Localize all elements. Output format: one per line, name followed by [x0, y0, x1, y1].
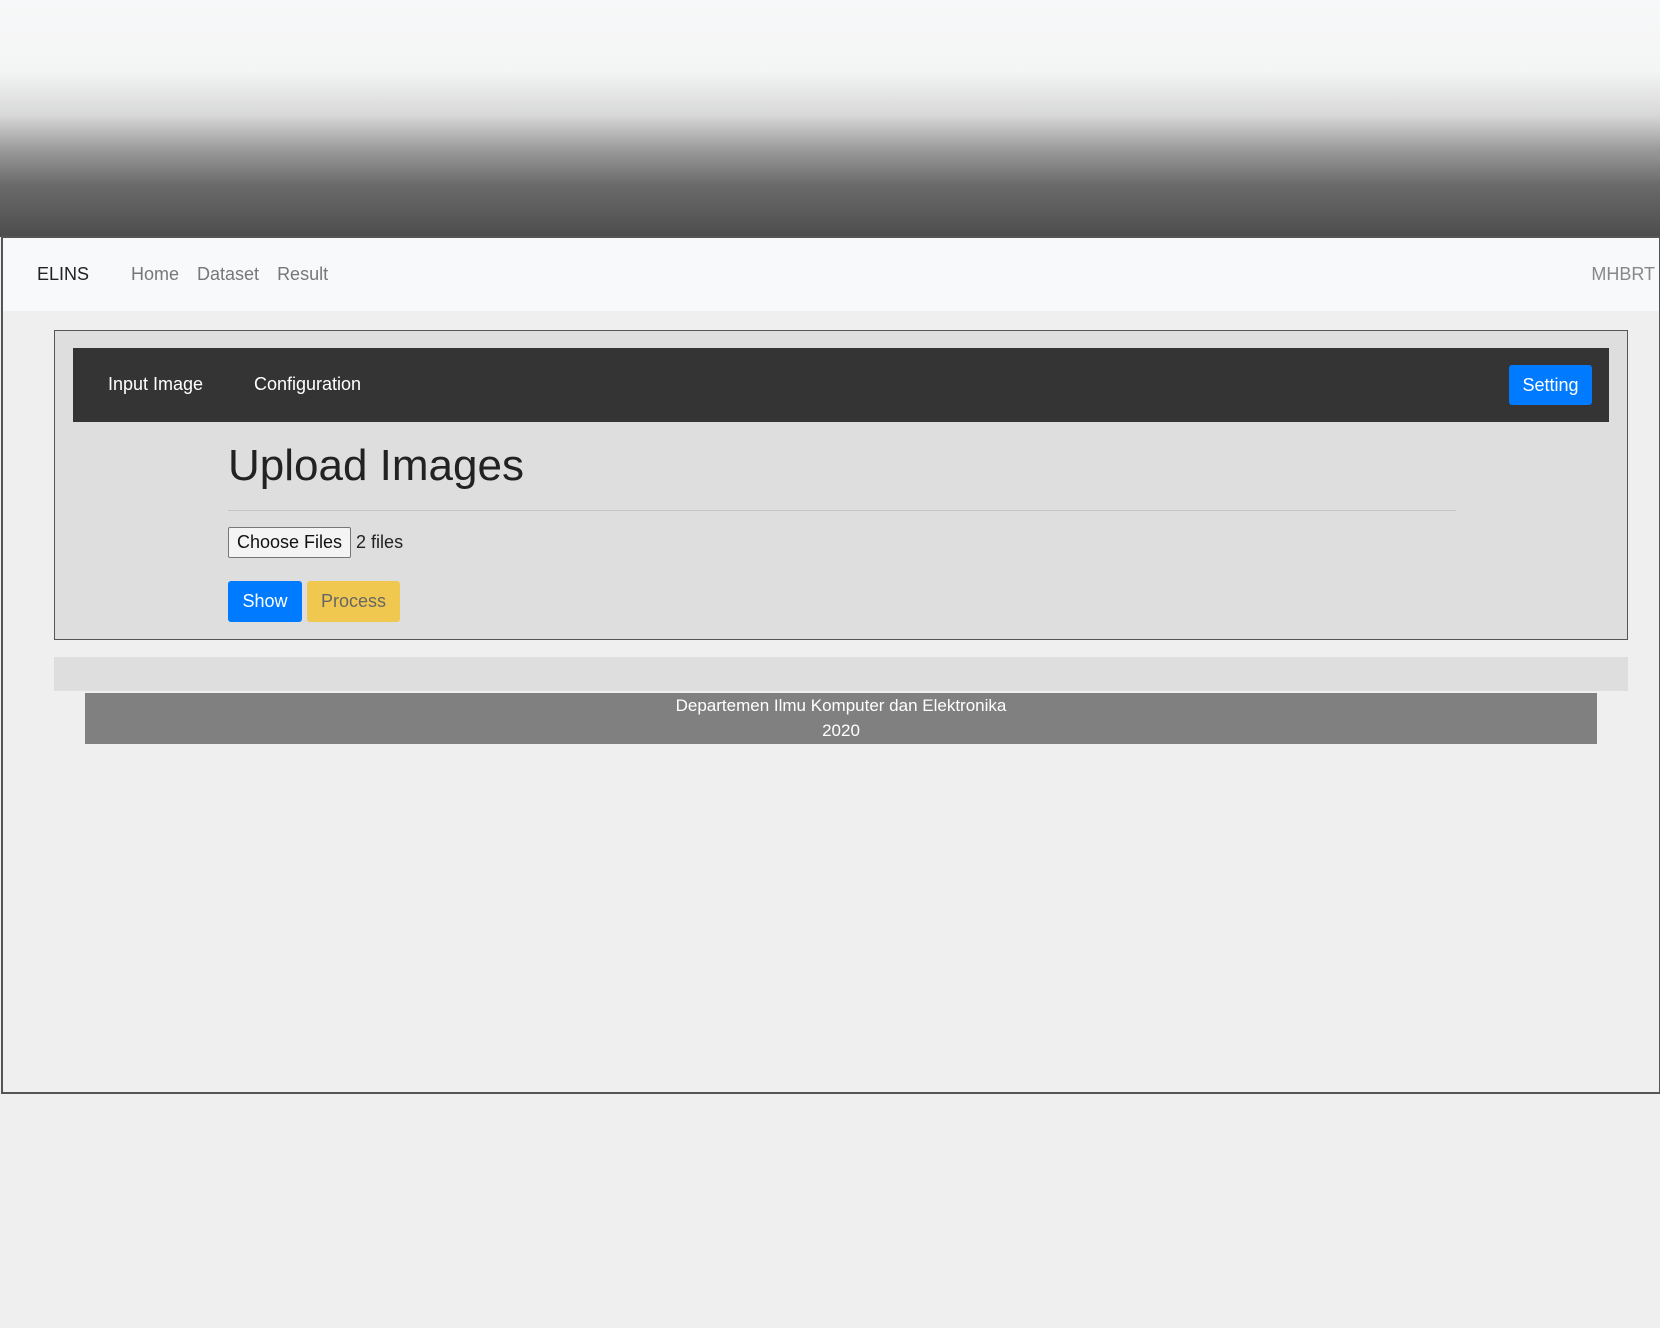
- nav-link-home[interactable]: Home: [131, 264, 179, 285]
- top-navbar: ELINS Home Dataset Result MHBRT: [3, 238, 1659, 311]
- footer-spacer: [54, 657, 1628, 691]
- panel-tab-bar: Input Image Configuration Setting: [73, 348, 1609, 422]
- nav-link-dataset[interactable]: Dataset: [197, 264, 259, 285]
- upload-panel: Input Image Configuration Setting Upload…: [54, 330, 1628, 640]
- nav-links: Home Dataset Result: [131, 264, 346, 285]
- footer-year: 2020: [822, 721, 860, 740]
- brand-logo[interactable]: ELINS: [37, 264, 89, 285]
- page-title: Upload Images: [228, 441, 524, 490]
- nav-link-result[interactable]: Result: [277, 264, 328, 285]
- setting-button[interactable]: Setting: [1509, 365, 1592, 405]
- browser-top-gradient: [0, 0, 1660, 237]
- footer: Departemen Ilmu Komputer dan Elektronika…: [85, 693, 1597, 744]
- title-divider: [228, 510, 1456, 511]
- user-name[interactable]: MHBRT: [1591, 264, 1655, 285]
- show-button[interactable]: Show: [228, 581, 302, 622]
- file-count-label: 2 files: [356, 532, 404, 552]
- choose-files-button[interactable]: Choose Files: [228, 527, 352, 558]
- app-window: ELINS Home Dataset Result MHBRT Input Im…: [1, 236, 1660, 1094]
- file-input-row: Choose Files 2 files: [228, 527, 403, 558]
- tab-configuration[interactable]: Configuration: [254, 374, 361, 395]
- footer-department: Departemen Ilmu Komputer dan Elektronika: [675, 696, 1007, 715]
- tab-input-image[interactable]: Input Image: [108, 374, 203, 395]
- process-button[interactable]: Process: [307, 581, 400, 622]
